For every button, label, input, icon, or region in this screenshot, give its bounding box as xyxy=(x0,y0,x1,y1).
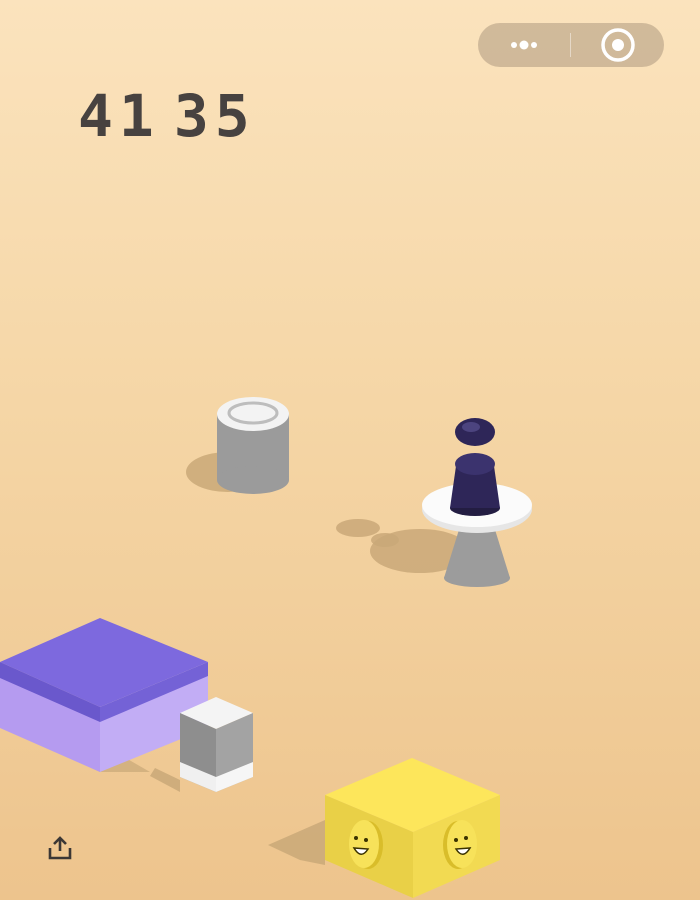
smiley-face-right xyxy=(443,820,477,869)
player-pawn xyxy=(450,418,500,516)
share-button[interactable] xyxy=(46,834,74,862)
purple-slab-block xyxy=(0,618,208,772)
yellow-smiley-cube-block xyxy=(268,758,500,898)
gray-cylinder-block xyxy=(186,397,289,494)
game-scene[interactable] xyxy=(0,0,700,900)
smiley-face-left xyxy=(349,820,383,869)
share-icon xyxy=(48,836,72,860)
